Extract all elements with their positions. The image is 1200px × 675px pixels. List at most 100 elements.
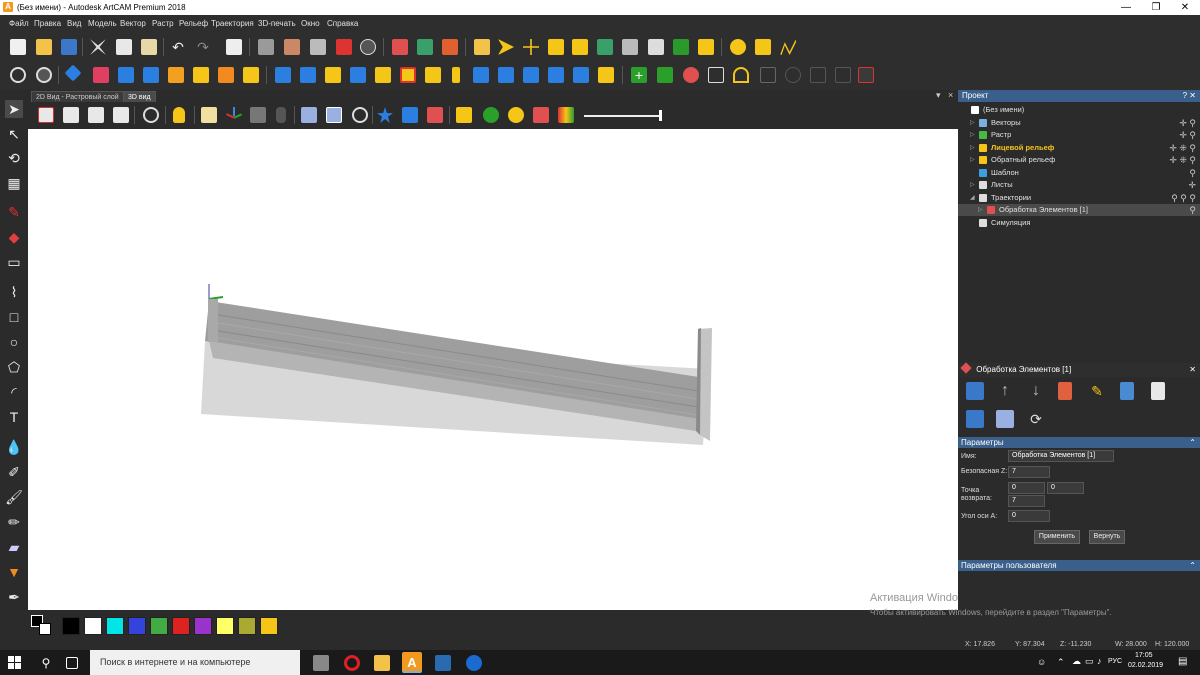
dots-icon[interactable] [755,39,771,55]
tree-item-actions[interactable]: ⚲ ⚲ ⚲ [1171,192,1196,204]
polyline-icon[interactable] [780,39,796,55]
tree-item[interactable]: ▷ Листы ✛ [958,179,1200,191]
transform-icon[interactable] [523,39,539,55]
relief-shape-icon[interactable] [64,64,82,82]
zoom-all-icon[interactable] [36,67,52,83]
top-view-icon[interactable] [63,107,79,123]
grid-icon[interactable] [310,39,326,55]
app-taskbar-icon-3[interactable] [466,655,482,671]
import-icon[interactable] [474,39,490,55]
iso-view-icon[interactable] [38,107,54,123]
windows-start-icon[interactable] [8,656,22,670]
paint-tool-icon[interactable]: 🖌 [5,488,23,506]
move-up-icon[interactable]: ↑ [996,382,1014,400]
dropper-tool-icon[interactable]: ✒ [5,588,23,606]
wireframe-view-icon[interactable] [326,107,342,123]
volume-icon[interactable]: ♪ [1097,656,1102,666]
3d-viewport[interactable]: Активация Windows [28,129,958,610]
tab-3d-view[interactable]: 3D вид [123,91,156,102]
export-toolpath-icon[interactable] [966,410,984,428]
tree-item[interactable]: Симуляция [958,217,1200,229]
color-shade-icon[interactable] [558,107,574,123]
combine-icon[interactable] [218,67,234,83]
disabled-tool-1-icon[interactable] [760,67,776,83]
star-search-icon[interactable] [508,107,524,123]
apply-button[interactable]: Применить [1034,530,1080,544]
name-input[interactable]: Обработка Элементов [1] [1008,450,1114,462]
texture-icon[interactable] [168,67,184,83]
text-tool-icon[interactable]: T [5,408,23,426]
artcam-taskbar-icon[interactable]: A [402,652,422,673]
cortana-search-icon[interactable]: ⚲ [38,655,54,671]
raster-eraser-icon[interactable]: ▰ [5,538,23,556]
toolpath-order-icon[interactable] [442,39,458,55]
maximize-button[interactable]: ❐ [1141,0,1171,15]
home-y-input[interactable]: 0 [1047,482,1084,494]
star-burst-icon[interactable] [572,39,588,55]
edit-pencil-icon[interactable]: ✎ [1088,382,1106,400]
palette-swatch-black[interactable] [62,617,80,635]
menu-3dprint[interactable]: 3D-печать [258,19,296,28]
app-taskbar-icon-2[interactable] [435,655,451,671]
menu-window[interactable]: Окно [301,19,320,28]
paste-icon[interactable] [141,39,157,55]
select-tool-icon[interactable]: ➤ [5,100,23,118]
node-edit-icon[interactable]: ↖ [5,125,23,143]
layers-icon[interactable] [673,39,689,55]
close-button[interactable]: ✕ [1170,0,1200,15]
material-setup-icon[interactable] [284,39,300,55]
notes-icon[interactable] [226,39,242,55]
relief-tool-2-icon[interactable] [300,67,316,83]
palette-swatch-purple[interactable] [194,617,212,635]
toolpath-view-icon[interactable] [533,107,549,123]
menu-file[interactable]: Файл [9,19,29,28]
sheet-icon[interactable] [1151,382,1165,400]
task-view-icon[interactable] [66,657,78,669]
new-file-icon[interactable] [10,39,26,55]
arrow-box-icon[interactable] [708,67,724,83]
collapse-user-params-icon[interactable]: ⌃ [1189,560,1196,571]
minimize-button[interactable]: — [1111,0,1141,15]
tree-expand-icon[interactable]: ▷ [970,117,978,129]
menu-relief[interactable]: Рельеф [179,19,208,28]
layer-relief-icon[interactable] [193,67,209,83]
secondary-color-swatch[interactable] [39,623,51,635]
relief-tool-5-icon[interactable] [375,67,391,83]
palette-swatch-blue[interactable] [128,617,146,635]
taskbar-search-box[interactable]: Поиск в интернете и на компьютере [90,650,300,675]
zoom-icon[interactable] [10,67,26,83]
collapse-params-icon[interactable]: ⌃ [1189,437,1196,448]
simulate-block-icon[interactable] [996,410,1014,428]
clock-time[interactable]: 17:05 [1135,652,1153,659]
tree-item-actions[interactable]: ✛ ⁜ ⚲ [1169,142,1196,154]
tree-expand-icon[interactable]: ◢ [970,192,978,204]
rectangle-tool-icon[interactable]: □ [5,308,23,326]
tree-item[interactable]: (Без имени) [958,104,1200,116]
grid-green-icon[interactable] [657,67,673,83]
tree-item[interactable]: ▷ Растр ✛ ⚲ [958,129,1200,141]
network-icon[interactable]: ▭ [1085,656,1094,667]
disabled-tool-3-icon[interactable] [810,67,826,83]
zoom-3d-icon[interactable] [143,107,159,123]
extrude-icon[interactable] [118,67,134,83]
green-circle-icon[interactable] [483,107,499,123]
relief-tool-7-icon[interactable] [425,67,441,83]
revert-button[interactable]: Вернуть [1089,530,1125,544]
measure-icon[interactable] [360,39,376,55]
tree-item-actions[interactable]: ✛ [1188,179,1196,191]
tree-item[interactable]: Шаблон ⚲ [958,167,1200,179]
toolpath-panel-close[interactable]: ✕ [1189,363,1196,377]
orbit-icon[interactable] [352,107,368,123]
undo-icon[interactable]: ↶ [170,39,186,55]
model-size-icon[interactable] [258,39,274,55]
tree-item[interactable]: ◢ Траектории ⚲ ⚲ ⚲ [958,192,1200,204]
tree-expand-icon[interactable]: ▷ [970,129,978,141]
project-panel-controls[interactable]: ? ✕ [1183,90,1196,102]
relief-tool-6-icon[interactable] [400,67,416,83]
fill-drop-icon[interactable]: 💧 [5,438,23,456]
toolpath-icon[interactable] [392,39,408,55]
relief-tool-4-icon[interactable] [350,67,366,83]
palette-swatch-gold[interactable] [260,617,278,635]
pencil-tool-icon[interactable]: ✎ [5,203,23,221]
tree-item[interactable]: ▷ Векторы ✛ ⚲ [958,117,1200,129]
